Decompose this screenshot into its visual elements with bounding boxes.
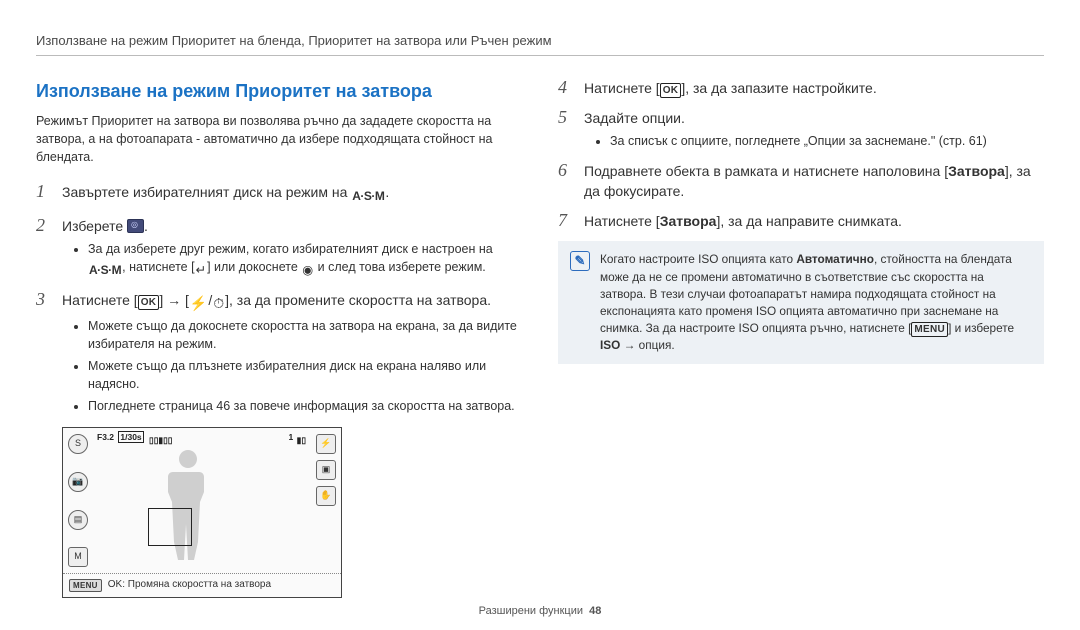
step-number: 6 (558, 161, 567, 181)
txt: Натиснете [ (584, 213, 660, 229)
txt: ] и изберете (948, 321, 1014, 335)
preview-top-bar: F3.2 1/30s ▯▯▮▯▯ 1 ▮▯ (97, 431, 307, 446)
txt: За да изберете друг режим, когато избира… (88, 242, 493, 256)
album-icon: ▤ (68, 510, 88, 530)
step3-bullet-3: Погледнете страница 46 за повече информа… (88, 397, 522, 415)
step-number: 7 (558, 211, 567, 231)
auto-label: Автоматично (796, 252, 874, 266)
txt: Натиснете [ (62, 292, 138, 308)
info-note-text: Когато настроите ISO опцията като Автома… (600, 251, 1032, 354)
ok-button-icon: OK (138, 295, 160, 310)
preview-footer: MENU OK: Промяна скоростта на затвора (63, 573, 341, 597)
section-lead: Режимът Приоритет на затвора ви позволяв… (36, 112, 522, 166)
flash-mode-icon: ⚡ (316, 434, 336, 454)
header-breadcrumb: Използване на режим Приоритет на бленда,… (36, 32, 1044, 56)
footer-section: Разширени функции (479, 605, 583, 617)
txt: Когато настроите ISO опцията като (600, 252, 796, 266)
txt: ], за да промените скоростта на затвора. (225, 292, 491, 308)
preview-right-icons: ⚡ ▣ ✋ (311, 428, 341, 573)
iso-label: ISO (600, 338, 620, 352)
step-7: 7 Натиснете [Затвора], за да направите с… (558, 211, 1044, 231)
flash-icon: ⚡ (190, 293, 207, 313)
step-5: 5 Задайте опции. За списък с опциите, по… (558, 108, 1044, 150)
txt: Натиснете [ (584, 80, 660, 96)
step5-bullet-1: За списък с опциите, погледнете „Опции з… (610, 132, 1044, 150)
mode-icon: S (68, 434, 88, 454)
section-title: Използване на режим Приоритет на затвора (36, 78, 522, 104)
timer-icon: ⏱ (213, 293, 224, 313)
aperture-value: F3.2 (97, 432, 114, 442)
mode-dial-asm-icon: A·S·M (352, 188, 384, 205)
txt: ], за да запазите настройките. (681, 80, 876, 96)
shutter-label: Затвора (660, 213, 717, 229)
info-note: ✎ Когато настроите ISO опцията като Авто… (558, 241, 1044, 364)
step-1: 1 Завъртете избирателният диск на режим … (36, 182, 522, 205)
step2-text-post: . (144, 218, 148, 234)
txt: ] → [ (159, 292, 189, 308)
shutter-value: 1/30s (118, 431, 143, 443)
step1-text-post: . (385, 184, 389, 200)
shots-left: 1 (289, 432, 294, 442)
txt: / (208, 292, 212, 308)
step-number: 3 (36, 290, 45, 310)
mode-touch-icon: ◉ (302, 261, 313, 279)
right-column: 4 Натиснете [OK], за да запазите настрой… (558, 78, 1044, 598)
step2-text-pre: Изберете (62, 218, 127, 234)
step-4: 4 Натиснете [OK], за да запазите настрой… (558, 78, 1044, 98)
txt: Задайте опции. (584, 110, 685, 126)
shutter-label: Затвора (948, 163, 1005, 179)
step-number: 2 (36, 216, 45, 236)
page-footer: Разширени функции 48 (36, 604, 1044, 620)
page-number: 48 (589, 605, 601, 617)
back-icon: ↵ (196, 261, 206, 279)
txt: ], за да направите снимката. (716, 213, 902, 229)
step1-text-pre: Завъртете избирателният диск на режим на (62, 184, 351, 200)
txt: → опция. (620, 338, 674, 352)
txt: ] или докоснете (207, 260, 301, 274)
menu-chip-icon: MENU (69, 579, 102, 593)
preview-left-icons: S 📷 ▤ M (63, 428, 93, 573)
txt: Подравнете обекта в рамката и натиснете … (584, 163, 948, 179)
step-2: 2 Изберете . За да изберете друг режим, … (36, 216, 522, 280)
step3-bullet-2: Можете също да плъзнете избирателния дис… (88, 357, 522, 393)
focus-frame (148, 508, 192, 546)
mode-dial-asm-icon: A·S·M (89, 262, 121, 279)
txt: и след това изберете режим. (314, 260, 486, 274)
m-icon: M (68, 547, 88, 567)
left-column: Използване на режим Приоритет на затвора… (36, 78, 522, 598)
step-3: 3 Натиснете [OK] → [⚡/⏱], за да променит… (36, 290, 522, 416)
step-6: 6 Подравнете обекта в рамката и натиснет… (558, 161, 1044, 202)
stabilizer-icon: ✋ (316, 486, 336, 506)
battery-icon: ▮▯ (297, 434, 306, 446)
ok-button-icon: OK (660, 83, 682, 98)
shutter-priority-mode-icon (127, 219, 144, 233)
preview-footer-text: OK: Промяна скоростта на затвора (108, 578, 271, 593)
menu-button-icon: MENU (911, 322, 948, 337)
step2-bullet-1: За да изберете друг режим, когато избира… (88, 240, 522, 280)
step-number: 1 (36, 182, 45, 202)
step-number: 4 (558, 78, 567, 98)
step3-bullet-1: Можете също да докоснете скоростта на за… (88, 317, 522, 353)
exposure-scale-icon: ▯▯▮▯▯ (149, 434, 172, 446)
txt: , натиснете [ (122, 260, 194, 274)
drive-mode-icon: ▣ (316, 460, 336, 480)
preview-center: F3.2 1/30s ▯▯▮▯▯ 1 ▮▯ (93, 428, 311, 573)
step-number: 5 (558, 108, 567, 128)
note-icon: ✎ (570, 251, 590, 271)
camera-icon: 📷 (68, 472, 88, 492)
camera-screen-preview: S 📷 ▤ M F3.2 1/30s ▯▯▮▯▯ (62, 427, 342, 598)
